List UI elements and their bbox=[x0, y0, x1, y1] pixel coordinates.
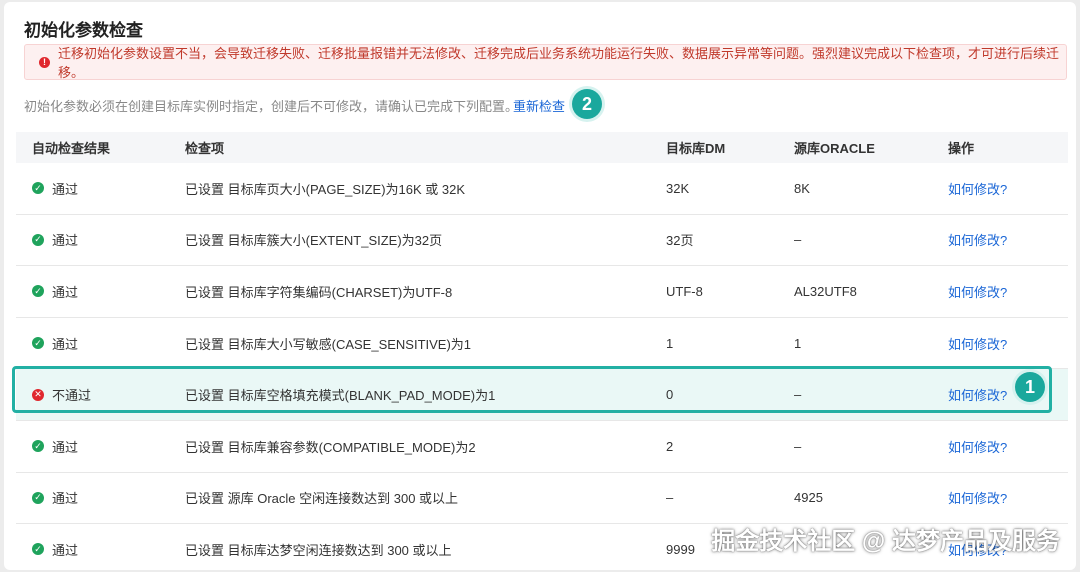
check-table: 自动检查结果 检查项 目标库DM 源库ORACLE 操作 ✓ 通过 已设置 目标库页… bbox=[16, 132, 1068, 570]
source-value: 8K bbox=[794, 180, 810, 196]
target-value: 9999 bbox=[666, 541, 695, 557]
status-cell: ✓ 通过 bbox=[32, 421, 78, 472]
how-to-modify-link[interactable]: 如何修改? bbox=[948, 266, 1007, 317]
alert-text: 迁移初始化参数设置不当，会导致迁移失败、迁移批量报错并无法修改、迁移完成后业务系… bbox=[58, 46, 1060, 80]
check-item: 已设置 目标库字符集编码(CHARSET)为UTF-8 bbox=[185, 284, 453, 300]
status-label: 通过 bbox=[52, 542, 79, 558]
target-value: 0 bbox=[666, 387, 674, 403]
how-to-modify-link[interactable]: 如何修改? bbox=[948, 318, 1007, 369]
table-row: ✓ 通过 已设置 源库 Oracle 空闲连接数达到 300 或以上 – 4925 如何修… bbox=[16, 473, 1068, 525]
header-item: 检查项 bbox=[185, 141, 225, 156]
hint-text: 初始化参数必须在创建目标库实例时指定，创建后不可修改，请确认已完成下列配置。 bbox=[24, 99, 519, 114]
target-value: 2 bbox=[666, 438, 674, 454]
alert-circle-icon: ! bbox=[39, 56, 50, 68]
status-cell: ✓ 通过 bbox=[32, 266, 78, 317]
status-cell: ✓ 通过 bbox=[32, 473, 78, 524]
warning-alert: ! 迁移初始化参数设置不当，会导致迁移失败、迁移批量报错并无法修改、迁移完成后业… bbox=[24, 44, 1067, 80]
page-title: 初始化参数检查 bbox=[24, 21, 143, 40]
check-circle-icon: ✓ bbox=[32, 491, 44, 504]
check-item: 已设置 目标库达梦空闲连接数达到 300 或以上 bbox=[185, 542, 452, 558]
check-circle-icon: ✓ bbox=[32, 337, 44, 350]
source-value: 1 bbox=[794, 335, 802, 351]
step-badge-2: 2 bbox=[572, 89, 602, 119]
target-value: – bbox=[666, 490, 674, 506]
how-to-modify-link[interactable]: 如何修改? bbox=[948, 215, 1007, 266]
table-row: ✓ 通过 已设置 目标库簇大小(EXTENT_SIZE)为32页 32页 – 如何修改? bbox=[16, 215, 1068, 267]
table-body: ✓ 通过 已设置 目标库页大小(PAGE_SIZE)为16K 或 32K 32K 8K 如… bbox=[16, 163, 1068, 570]
target-value: 32页 bbox=[666, 233, 694, 249]
target-value: 32K bbox=[666, 180, 690, 196]
header-action: 操作 bbox=[948, 141, 975, 156]
check-circle-icon: ✓ bbox=[32, 543, 44, 556]
status-label: 通过 bbox=[52, 336, 79, 352]
table-row: ✕ 不通过 已设置 目标库空格填充模式(BLANK_PAD_MODE)为1 0 – 如何修… bbox=[16, 369, 1068, 421]
source-value: – bbox=[794, 232, 802, 248]
step-badge-1: 1 bbox=[1015, 372, 1045, 402]
table-row: ✓ 通过 已设置 目标库兼容参数(COMPATIBLE_MODE)为2 2 – 如何修改? bbox=[16, 421, 1068, 473]
table-row: ✓ 通过 已设置 目标库字符集编码(CHARSET)为UTF-8 UTF-8 AL32U… bbox=[16, 266, 1068, 318]
how-to-modify-link[interactable]: 如何修改? bbox=[948, 369, 1007, 420]
status-label: 通过 bbox=[52, 284, 79, 300]
header-result: 自动检查结果 bbox=[32, 141, 111, 156]
status-cell: ✓ 通过 bbox=[32, 163, 78, 214]
status-cell: ✓ 通过 bbox=[32, 215, 78, 266]
status-cell: ✓ 通过 bbox=[32, 524, 78, 570]
watermark: 掘金技术社区 @ 达梦产品及服务 bbox=[711, 528, 1060, 555]
status-label: 通过 bbox=[52, 491, 79, 507]
table-header: 自动检查结果 检查项 目标库DM 源库ORACLE 操作 bbox=[16, 132, 1068, 163]
check-circle-icon: ✓ bbox=[32, 285, 44, 298]
source-value: 4925 bbox=[794, 490, 823, 506]
check-item: 已设置 目标库兼容参数(COMPATIBLE_MODE)为2 bbox=[185, 439, 476, 455]
status-label: 通过 bbox=[52, 181, 79, 197]
target-value: 1 bbox=[666, 335, 674, 351]
status-cell: ✓ 通过 bbox=[32, 318, 78, 369]
check-item: 已设置 目标库页大小(PAGE_SIZE)为16K 或 32K bbox=[185, 181, 466, 197]
recheck-link[interactable]: 重新检查 bbox=[513, 96, 565, 115]
table-row: ✓ 通过 已设置 目标库大小写敏感(CASE_SENSITIVE)为1 1 1 如何修改? bbox=[16, 318, 1068, 370]
how-to-modify-link[interactable]: 如何修改? bbox=[948, 421, 1007, 472]
target-value: UTF-8 bbox=[666, 283, 703, 299]
how-to-modify-link[interactable]: 如何修改? bbox=[948, 163, 1007, 214]
check-circle-icon: ✓ bbox=[32, 440, 44, 453]
source-value: AL32UTF8 bbox=[794, 283, 857, 299]
check-item: 已设置 目标库大小写敏感(CASE_SENSITIVE)为1 bbox=[185, 336, 472, 352]
table-row: ✓ 通过 已设置 目标库页大小(PAGE_SIZE)为16K 或 32K 32K 8K 如… bbox=[16, 163, 1068, 215]
header-source: 源库ORACLE bbox=[794, 141, 875, 156]
check-item: 已设置 目标库空格填充模式(BLANK_PAD_MODE)为1 bbox=[185, 388, 496, 404]
status-label: 通过 bbox=[52, 233, 79, 249]
check-circle-icon: ✓ bbox=[32, 233, 44, 246]
source-value: – bbox=[794, 387, 802, 403]
how-to-modify-link[interactable]: 如何修改? bbox=[948, 473, 1007, 524]
check-item: 已设置 源库 Oracle 空闲连接数达到 300 或以上 bbox=[185, 491, 459, 507]
check-circle-icon: ✓ bbox=[32, 182, 44, 195]
check-item: 已设置 目标库簇大小(EXTENT_SIZE)为32页 bbox=[185, 233, 443, 249]
header-target: 目标库DM bbox=[666, 141, 726, 156]
init-params-check-panel: 初始化参数检查 ! 迁移初始化参数设置不当，会导致迁移失败、迁移批量报错并无法修… bbox=[4, 2, 1076, 570]
status-label: 不通过 bbox=[52, 388, 92, 404]
status-label: 通过 bbox=[52, 439, 79, 455]
x-circle-icon: ✕ bbox=[32, 388, 44, 401]
source-value: – bbox=[794, 438, 802, 454]
status-cell: ✕ 不通过 bbox=[32, 369, 91, 420]
